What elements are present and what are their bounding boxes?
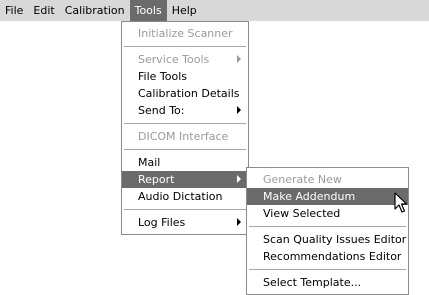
menu-item-calibration-details[interactable]: Calibration Details (122, 85, 248, 102)
menu-separator (124, 149, 246, 150)
menu-item-label: Make Addendum (263, 190, 356, 203)
menu-item-label: Generate New (263, 173, 342, 186)
tools-dropdown-menu: Initialize Scanner Service Tools File To… (121, 21, 249, 235)
menu-item-service-tools: Service Tools (122, 51, 248, 68)
chevron-right-icon (237, 218, 241, 226)
menu-item-label: Calibration Details (138, 87, 240, 100)
menu-help[interactable]: Help (167, 0, 202, 21)
chevron-right-icon (237, 175, 241, 183)
menu-item-mail[interactable]: Mail (122, 154, 248, 171)
menu-item-label: Initialize Scanner (138, 27, 233, 40)
menu-separator (249, 269, 406, 270)
report-submenu: Generate New Make Addendum View Selected… (246, 167, 409, 295)
menu-item-label: Service Tools (138, 53, 210, 66)
menu-separator (249, 226, 406, 227)
menu-item-view-selected[interactable]: View Selected (247, 205, 408, 222)
menu-bar: File Edit Calibration Tools Help (0, 0, 429, 21)
menu-item-label: Select Template... (263, 276, 362, 289)
menu-item-make-addendum[interactable]: Make Addendum (247, 188, 408, 205)
menu-item-recommendations-editor[interactable]: Recommendations Editor (247, 248, 408, 265)
menu-item-label: Audio Dictation (138, 190, 223, 203)
menu-item-generate-new: Generate New (247, 171, 408, 188)
menu-item-label: Scan Quality Issues Editor (263, 233, 407, 246)
menu-calibration[interactable]: Calibration (60, 0, 130, 21)
menu-item-label: File Tools (138, 70, 188, 83)
menu-separator (124, 209, 246, 210)
menu-item-label: DICOM Interface (138, 130, 229, 143)
menu-item-log-files[interactable]: Log Files (122, 214, 248, 231)
menu-item-audio-dictation[interactable]: Audio Dictation (122, 188, 248, 205)
menu-item-label: Send To: (138, 104, 185, 117)
menu-item-label: Mail (138, 156, 161, 169)
mouse-pointer-icon (394, 192, 408, 213)
menu-item-select-template[interactable]: Select Template... (247, 274, 408, 291)
menu-item-dicom-interface: DICOM Interface (122, 128, 248, 145)
menu-separator (124, 46, 246, 47)
chevron-right-icon (237, 106, 241, 114)
menu-item-send-to[interactable]: Send To: (122, 102, 248, 119)
menu-item-label: Recommendations Editor (263, 250, 402, 263)
menu-item-label: Log Files (138, 216, 186, 229)
menu-item-report[interactable]: Report (122, 171, 248, 188)
menu-edit[interactable]: Edit (28, 0, 59, 21)
menu-item-scan-quality-issues-editor[interactable]: Scan Quality Issues Editor (247, 231, 408, 248)
menu-file[interactable]: File (0, 0, 28, 21)
chevron-right-icon (237, 55, 241, 63)
menu-separator (124, 123, 246, 124)
menu-item-initialize-scanner: Initialize Scanner (122, 25, 248, 42)
menu-item-label: Report (138, 173, 175, 186)
menu-item-label: View Selected (263, 207, 341, 220)
menu-tools[interactable]: Tools (129, 0, 167, 21)
menu-item-file-tools[interactable]: File Tools (122, 68, 248, 85)
